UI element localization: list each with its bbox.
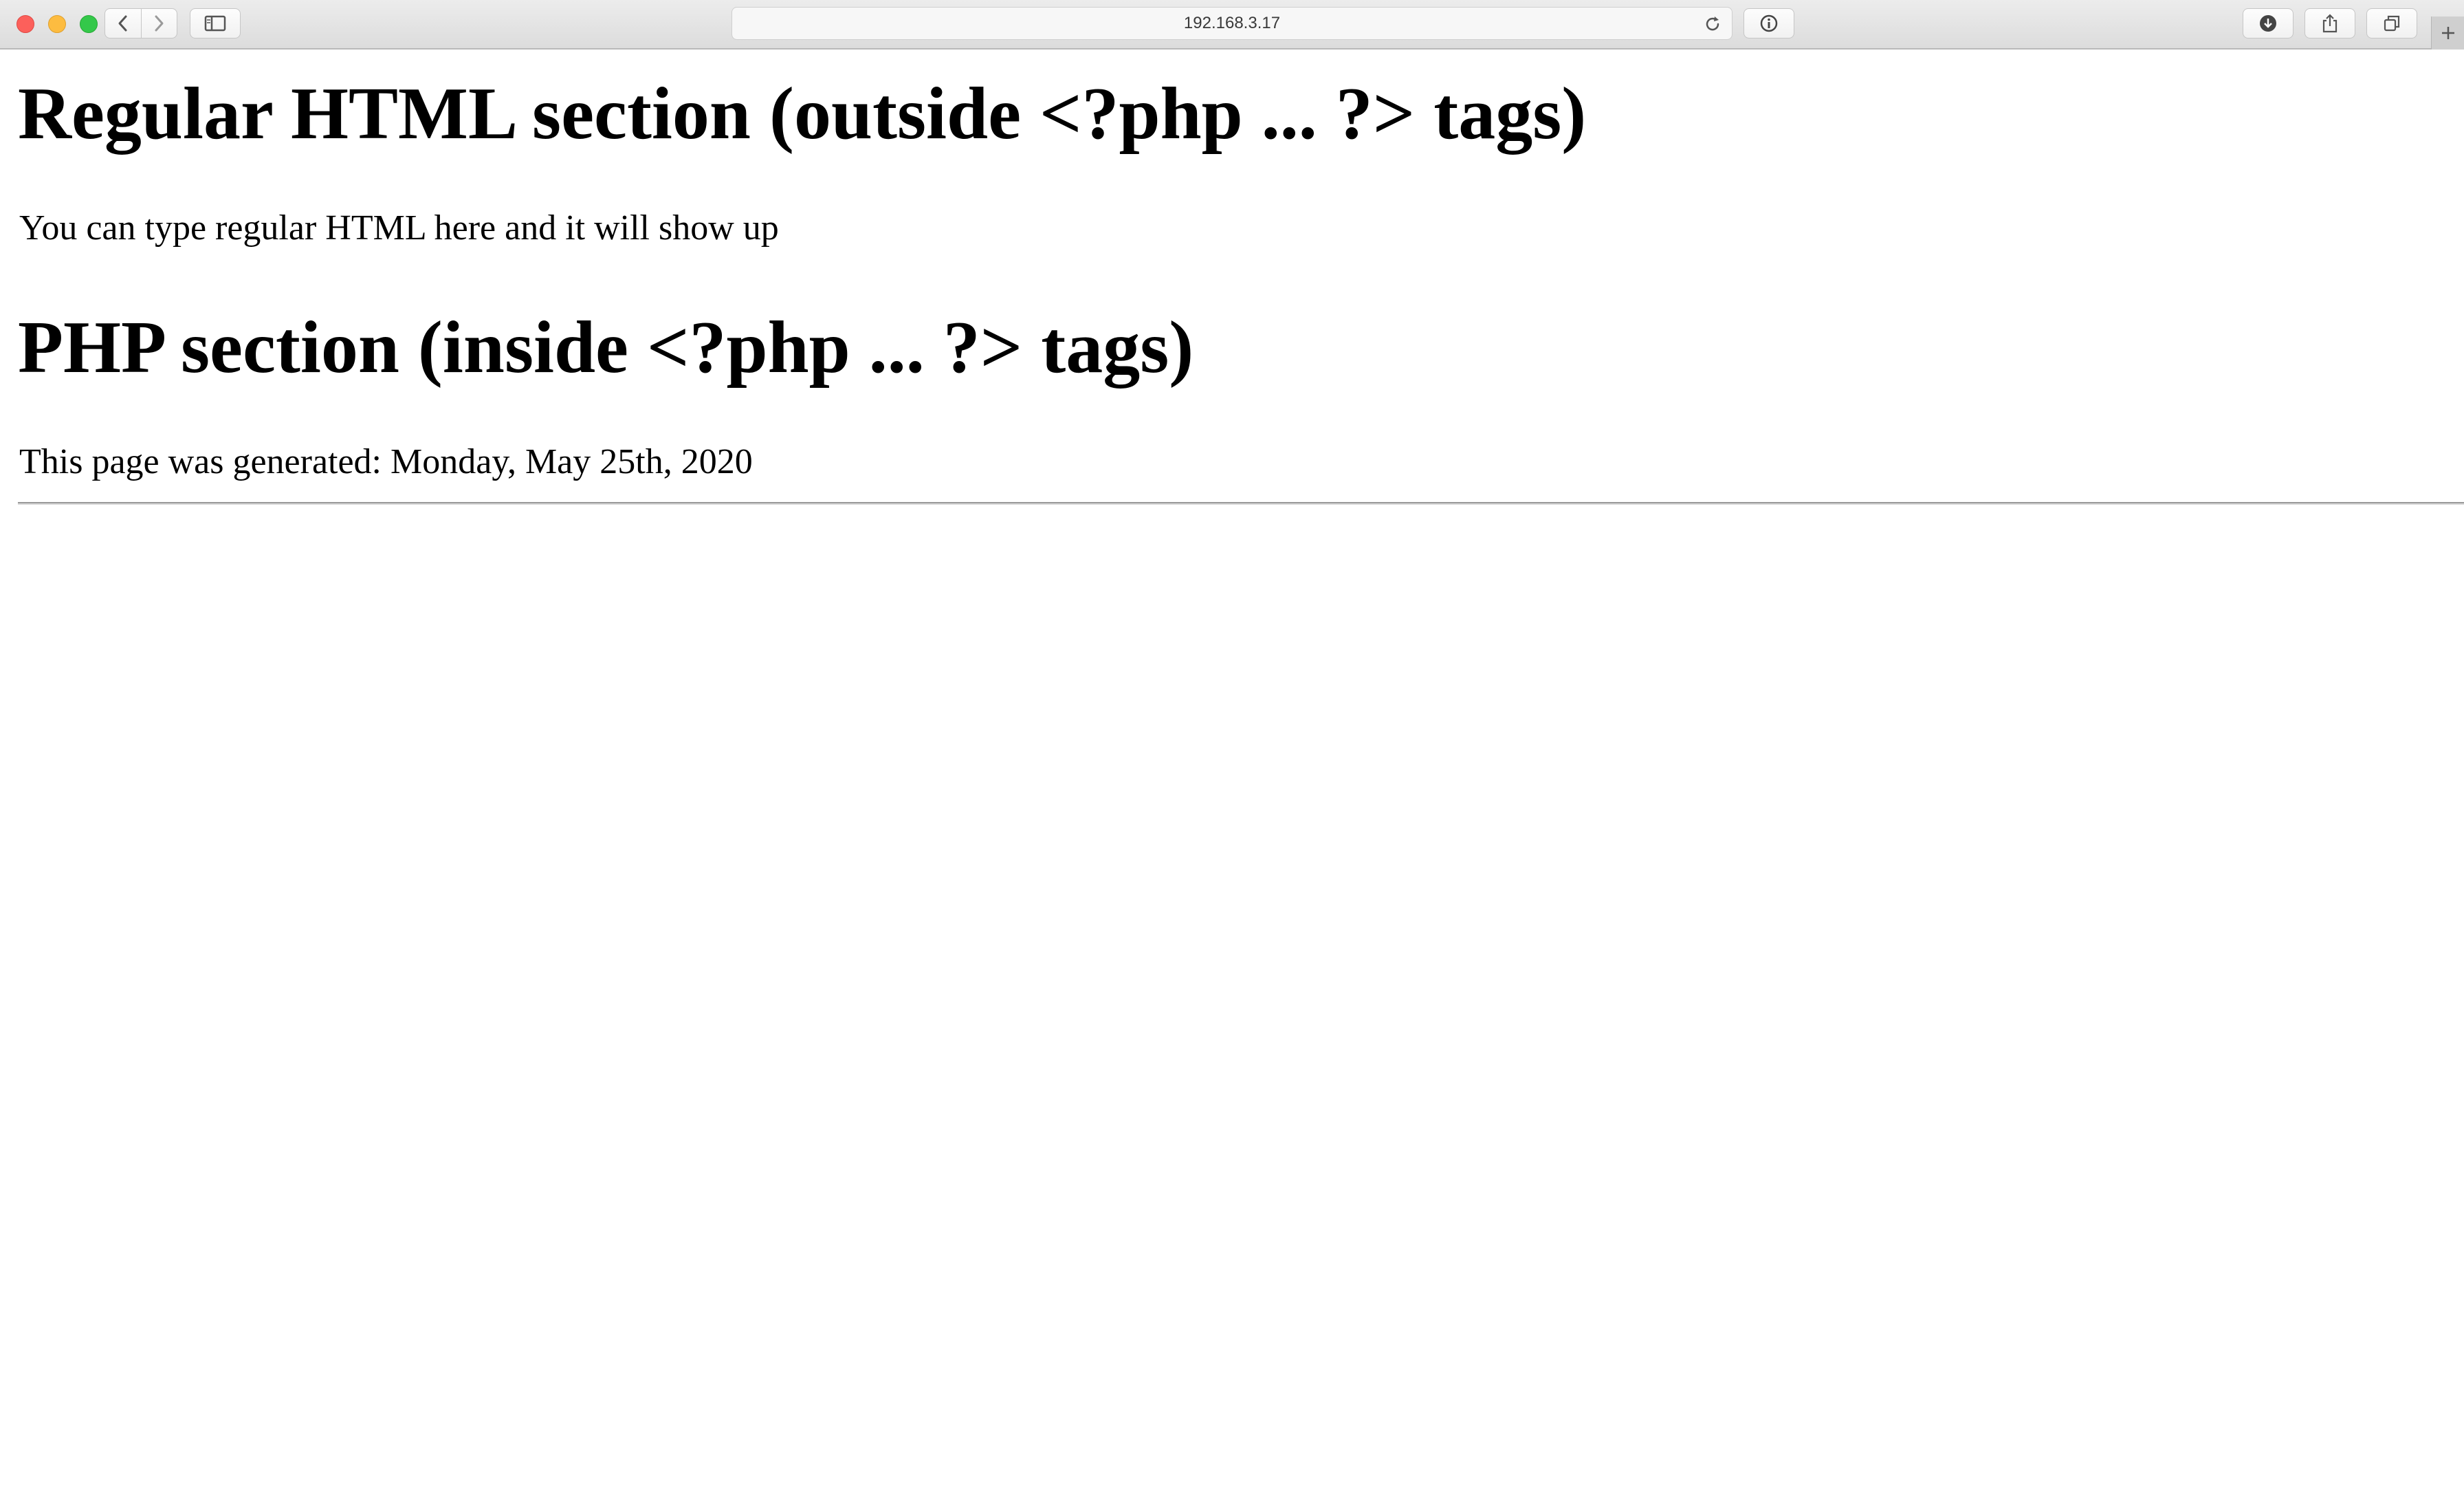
maximize-window-button[interactable] — [80, 15, 98, 33]
paragraph-regular-html: You can type regular HTML here and it wi… — [19, 208, 779, 248]
page-content: Regular HTML section (outside <?php ... … — [0, 50, 2464, 1506]
plus-icon — [2441, 27, 2454, 39]
downloads-button[interactable] — [2243, 8, 2294, 39]
forward-button[interactable] — [140, 9, 177, 38]
tab-overview-button[interactable] — [2366, 8, 2417, 39]
reload-icon — [1706, 17, 1719, 31]
minimize-window-button[interactable] — [48, 15, 66, 33]
download-icon — [2260, 15, 2276, 32]
navigation-buttons — [104, 8, 177, 39]
share-button[interactable] — [2304, 8, 2355, 39]
horizontal-rule — [18, 502, 2464, 505]
reload-button[interactable] — [1700, 12, 1725, 36]
browser-window: 192.168.3.17 Regular HTML section (outsi… — [0, 0, 2464, 1506]
heading-regular-html: Regular HTML section (outside <?php ... … — [18, 73, 1587, 155]
close-window-button[interactable] — [16, 15, 34, 33]
tabs-icon — [2384, 15, 2400, 32]
sidebar-icon — [204, 15, 226, 32]
heading-php-section: PHP section (inside <?php ... ?> tags) — [18, 307, 1194, 389]
chevron-left-icon — [118, 15, 127, 32]
reader-info-button[interactable] — [1744, 8, 1794, 39]
share-icon — [2322, 14, 2338, 33]
new-tab-button[interactable] — [2431, 17, 2464, 50]
paragraph-generated-date: This page was generated: Monday, May 25t… — [19, 442, 753, 481]
back-button[interactable] — [105, 9, 141, 38]
address-text[interactable]: 192.168.3.17 — [732, 8, 1732, 39]
info-icon — [1760, 14, 1778, 32]
sidebar-button[interactable] — [190, 8, 241, 39]
browser-toolbar: 192.168.3.17 — [0, 0, 2464, 50]
chevron-right-icon — [155, 15, 164, 32]
address-bar[interactable]: 192.168.3.17 — [732, 7, 1732, 40]
